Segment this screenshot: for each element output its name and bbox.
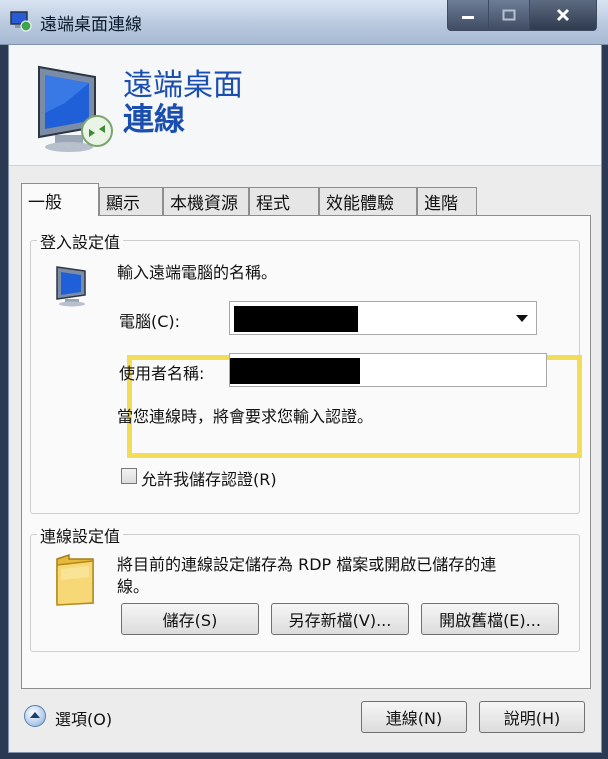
options-label[interactable]: 選項(O) [55,706,112,730]
redacted-computer-name [234,306,358,332]
computer-combobox[interactable] [229,301,537,335]
minimize-button[interactable] [447,0,489,31]
connection-settings-title: 連線設定值 [37,523,124,547]
monitor-connection-icon [38,65,113,152]
title-bar[interactable]: 遠端桌面連線 [0,0,608,45]
open-button[interactable]: 開啟舊檔(E)... [421,603,559,635]
save-credentials-checkbox[interactable] [121,468,137,484]
save-button[interactable]: 儲存(S) [121,603,259,635]
computer-icon [56,266,86,307]
help-button[interactable]: 說明(H) [479,701,585,733]
dropdown-arrow-icon[interactable] [516,315,528,322]
banner-title: 遠端桌面 連線 [123,68,243,138]
maximize-button[interactable] [488,0,530,31]
connection-description-line1: 將目前的連線設定儲存為 RDP 檔案或開啟已儲存的連 [117,555,497,574]
tab-display[interactable]: 顯示 [99,187,163,215]
connection-settings-group: 連線設定值 將目前的連線設定儲存為 RDP 檔案或開啟已儲存的連 線。 儲存(S… [30,523,580,652]
close-icon [556,8,570,22]
remote-desktop-icon [10,11,32,32]
tab-advanced[interactable]: 進階 [417,187,477,215]
login-settings-group: 登入設定值 輸入遠端電腦的名稱。 電腦(C): 使用者名稱: 當您連線時，將會要… [30,229,582,514]
connect-button[interactable]: 連線(N) [361,701,467,733]
connection-description-line2: 線。 [117,577,150,596]
remote-desktop-window: 遠端桌面連線 遠端桌面 連線 一般 顯示 本機資源 程式 效能體驗 進階 登入設… [0,0,608,759]
window-title: 遠端桌面連線 [40,15,142,35]
redacted-username [230,358,360,384]
username-label: 使用者名稱: [119,364,205,383]
close-button[interactable] [529,0,597,31]
minimize-icon [462,16,474,19]
folder-icon [56,553,94,606]
tab-general[interactable]: 一般 [21,183,99,216]
save-credentials-label[interactable]: 允許我儲存認證(R) [141,466,277,490]
maximize-icon [502,9,516,21]
options-expand-icon[interactable] [24,705,46,727]
tab-local-resources[interactable]: 本機資源 [163,187,249,215]
save-as-button[interactable]: 另存新檔(V)... [271,603,409,635]
tab-experience[interactable]: 效能體驗 [319,187,417,215]
chevron-up-icon [30,712,40,718]
banner-title-line2: 連線 [123,102,185,138]
username-field[interactable] [229,353,547,387]
tab-programs[interactable]: 程式 [249,187,319,215]
computer-label: 電腦(C): [119,312,181,331]
login-settings-title: 登入設定值 [37,229,124,253]
general-tab-panel: 登入設定值 輸入遠端電腦的名稱。 電腦(C): 使用者名稱: 當您連線時，將會要… [21,215,591,689]
banner: 遠端桌面 連線 [9,45,601,166]
banner-title-line1: 遠端桌面 [123,68,243,103]
dialog-client-area: 遠端桌面 連線 一般 顯示 本機資源 程式 效能體驗 進階 登入設定值 輸入遠端… [8,44,602,753]
credentials-note: 當您連線時，將會要求您輸入認證。 [117,407,374,426]
login-prompt: 輸入遠端電腦的名稱。 [117,263,278,282]
